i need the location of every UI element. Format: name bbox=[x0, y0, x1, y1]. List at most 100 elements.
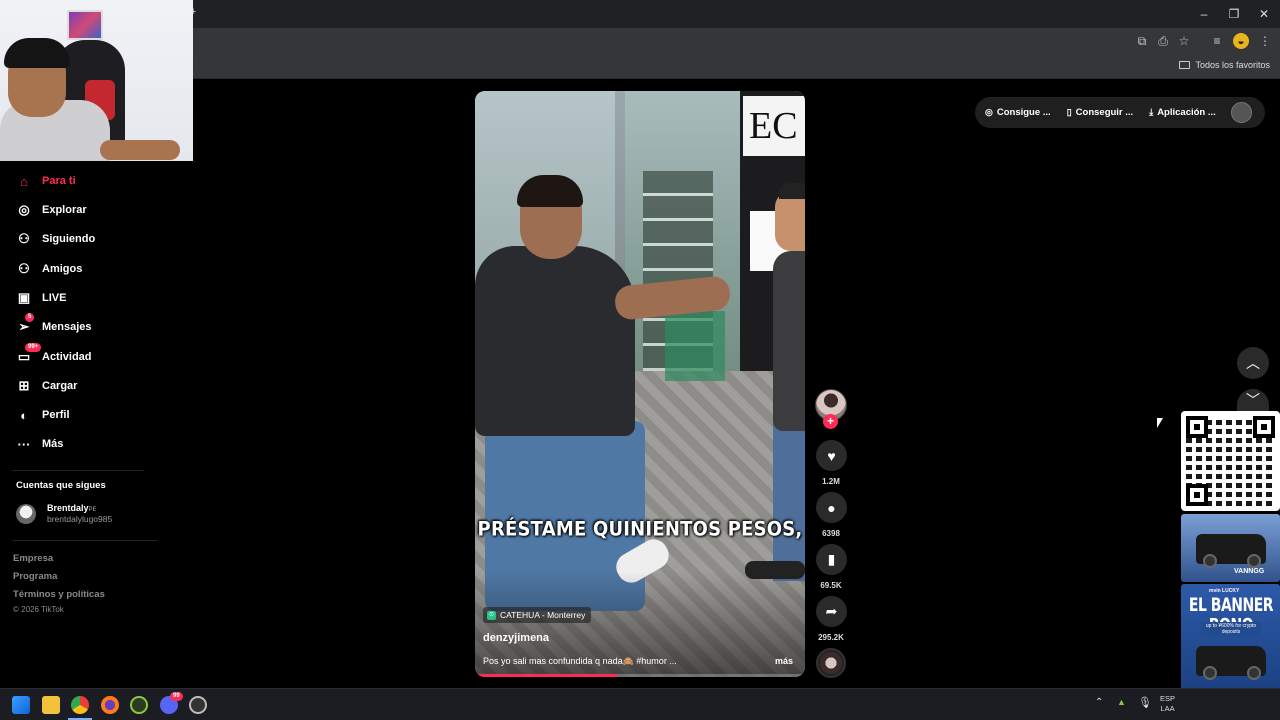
following-account-name-text: Brentdaly bbox=[47, 503, 89, 513]
windows-start-icon[interactable] bbox=[12, 696, 30, 714]
all-bookmarks-button[interactable]: Todos los favoritos bbox=[1179, 60, 1270, 70]
comment-count: 6398 bbox=[822, 529, 840, 538]
microphone-icon[interactable]: 🎙 bbox=[1138, 696, 1152, 709]
chevron-up-icon: ︿ bbox=[1246, 355, 1260, 371]
compass-icon: ◎ bbox=[18, 202, 30, 217]
video-person-right bbox=[773, 416, 805, 581]
get-coins-button[interactable]: ◎ Consigue ... bbox=[985, 107, 1051, 118]
following-account-avatar[interactable] bbox=[16, 504, 36, 524]
copyright: © 2026 TikTok bbox=[13, 605, 64, 614]
follow-plus-button[interactable]: + bbox=[823, 414, 838, 429]
translate-icon[interactable]: ⧉ bbox=[1134, 33, 1150, 49]
firefox-icon[interactable] bbox=[101, 696, 119, 714]
windows-taskbar: 99 ⌃ ▲ 🎙 ESP LAA bbox=[0, 688, 1280, 720]
sidebar-item-label: Mensajes bbox=[42, 321, 92, 333]
reading-list-icon[interactable]: ≡ bbox=[1209, 33, 1225, 49]
qr-finder bbox=[1253, 416, 1275, 438]
more-link[interactable]: más bbox=[775, 656, 793, 666]
user-avatar[interactable] bbox=[1231, 102, 1252, 123]
previous-video-button[interactable]: ︿ bbox=[1237, 347, 1269, 379]
music-disc[interactable] bbox=[816, 648, 846, 678]
sidebar-item-actividad[interactable]: ▭ 99+ Actividad bbox=[16, 343, 92, 368]
sidebar-item-label: LIVE bbox=[42, 292, 67, 304]
menu-kebab-icon[interactable]: ⋮ bbox=[1257, 33, 1273, 49]
video-caption-overlay: PRÉSTAME QUINIENTOS PESOS, bbox=[477, 517, 803, 542]
sidebar-item-label: Para ti bbox=[42, 175, 76, 187]
discord-badge: 99 bbox=[170, 692, 183, 701]
sidebar-item-cargar[interactable]: ⊞ Cargar bbox=[16, 375, 78, 397]
video-progress-bar[interactable] bbox=[475, 674, 805, 677]
sidebar-item-amigos[interactable]: ⚇ Amigos bbox=[16, 258, 82, 280]
tray-chevron-up-icon[interactable]: ⌃ bbox=[1095, 697, 1103, 708]
download-app-button[interactable]: ⤓ Aplicación ... bbox=[1149, 107, 1216, 118]
more-icon: ··· bbox=[17, 436, 31, 452]
profile-avatar-icon[interactable]: ◒ bbox=[1233, 33, 1249, 49]
sidebar-divider bbox=[12, 540, 158, 541]
video-person-right-shirt bbox=[773, 251, 805, 431]
share-arrow-icon: ➦ bbox=[825, 603, 838, 619]
chrome-icon[interactable] bbox=[71, 696, 89, 714]
sidebar-item-label: Explorar bbox=[42, 204, 87, 216]
file-explorer-icon[interactable] bbox=[42, 696, 60, 714]
obs-icon[interactable] bbox=[189, 696, 207, 714]
sidebar-item-live[interactable]: ▣ LIVE bbox=[16, 287, 67, 309]
all-bookmarks-label: Todos los favoritos bbox=[1195, 60, 1270, 70]
nvidia-tray-icon[interactable]: ▲ bbox=[1117, 697, 1126, 707]
following-title: Cuentas que sigues bbox=[16, 480, 106, 491]
next-video-button[interactable]: ﹀ bbox=[1237, 389, 1269, 411]
sidebar-item-label: Perfil bbox=[42, 409, 70, 421]
notification-badge: 5 bbox=[25, 313, 35, 322]
discord-icon[interactable]: 99 bbox=[160, 692, 183, 714]
minimize-button[interactable]: – bbox=[1196, 6, 1212, 22]
close-button[interactable]: ✕ bbox=[1256, 6, 1272, 22]
share-button[interactable]: ➦ bbox=[816, 596, 847, 627]
sidebar-item-más[interactable]: ··· Más bbox=[16, 433, 64, 455]
video-progress-fill bbox=[475, 674, 617, 677]
ad-banner-car[interactable]: VANNGG bbox=[1181, 514, 1280, 582]
video-person-right-cap bbox=[779, 183, 805, 199]
like-button[interactable]: ♥ bbox=[816, 440, 847, 471]
video-person-right-head bbox=[775, 191, 805, 251]
ad-banner-subtitle: up to ¥600% for crypto deposits bbox=[1201, 622, 1261, 636]
video-description: Pos yo sali mas confundida q nada🙈 #humo… bbox=[483, 656, 677, 666]
get-app-button[interactable]: ▯ Conseguir ... bbox=[1067, 107, 1134, 118]
ad-qr-code[interactable] bbox=[1181, 411, 1280, 511]
location-chip[interactable]: ⊙ CATEHUA - Monterrey bbox=[483, 607, 592, 623]
video-scene-store-sign: EC bbox=[743, 96, 805, 156]
following-account-username: brentdalylugo985 bbox=[47, 514, 113, 524]
sidebar-item-explorar[interactable]: ◎ Explorar bbox=[16, 199, 87, 221]
following-icon: ⚇ bbox=[18, 231, 30, 246]
download-icon: ⤓ bbox=[1149, 107, 1154, 117]
streamer-hair bbox=[4, 38, 70, 68]
footer-link-terms[interactable]: Términos y políticas bbox=[13, 589, 105, 600]
car-wheel bbox=[1203, 666, 1217, 680]
sidebar-item-label: Amigos bbox=[42, 263, 83, 275]
url-field[interactable] bbox=[194, 31, 1129, 52]
webcam-overlay bbox=[0, 0, 193, 161]
video-player[interactable]: EC PRÉSTAME QUINIENTOS PESOS, ⊙ CATEHUA … bbox=[475, 91, 805, 677]
heart-icon: ♥ bbox=[827, 447, 836, 464]
save-count: 69.5K bbox=[820, 581, 842, 590]
language-indicator[interactable]: ESP LAA bbox=[1160, 694, 1175, 714]
maximize-button[interactable]: ❐ bbox=[1226, 6, 1242, 22]
comment-button[interactable]: ● bbox=[816, 492, 847, 523]
share-count: 295.2K bbox=[818, 633, 844, 642]
sidebar-item-perfil[interactable]: ◐ Perfil bbox=[16, 404, 70, 426]
save-button[interactable]: ▮ bbox=[816, 544, 847, 575]
sidebar-item-mensajes[interactable]: ➢ 5 Mensajes bbox=[16, 313, 92, 338]
app-icon[interactable] bbox=[130, 696, 148, 714]
footer-link-empresa[interactable]: Empresa bbox=[13, 553, 53, 564]
bookmark-star-icon[interactable]: ☆ bbox=[1176, 33, 1192, 49]
sidebar-item-label: Siguiendo bbox=[42, 233, 96, 245]
sidebar-item-para-ti[interactable]: ⌂ Para ti bbox=[16, 170, 76, 192]
ad-logos: mvin LUCKY bbox=[1209, 588, 1240, 594]
upload-icon: ⊞ bbox=[18, 378, 30, 393]
sidebar-item-siguiendo[interactable]: ⚇ Siguiendo bbox=[16, 228, 95, 250]
sidebar-item-label: Cargar bbox=[42, 380, 78, 392]
sidebar-divider bbox=[12, 470, 144, 471]
install-app-icon[interactable]: ⎙ bbox=[1155, 33, 1171, 49]
video-author[interactable]: denzyjimena bbox=[483, 632, 549, 644]
sidebar-item-label: Actividad bbox=[42, 351, 92, 363]
footer-link-programa[interactable]: Programa bbox=[13, 571, 57, 582]
following-account-name[interactable]: BrentdalyPE bbox=[47, 503, 97, 513]
